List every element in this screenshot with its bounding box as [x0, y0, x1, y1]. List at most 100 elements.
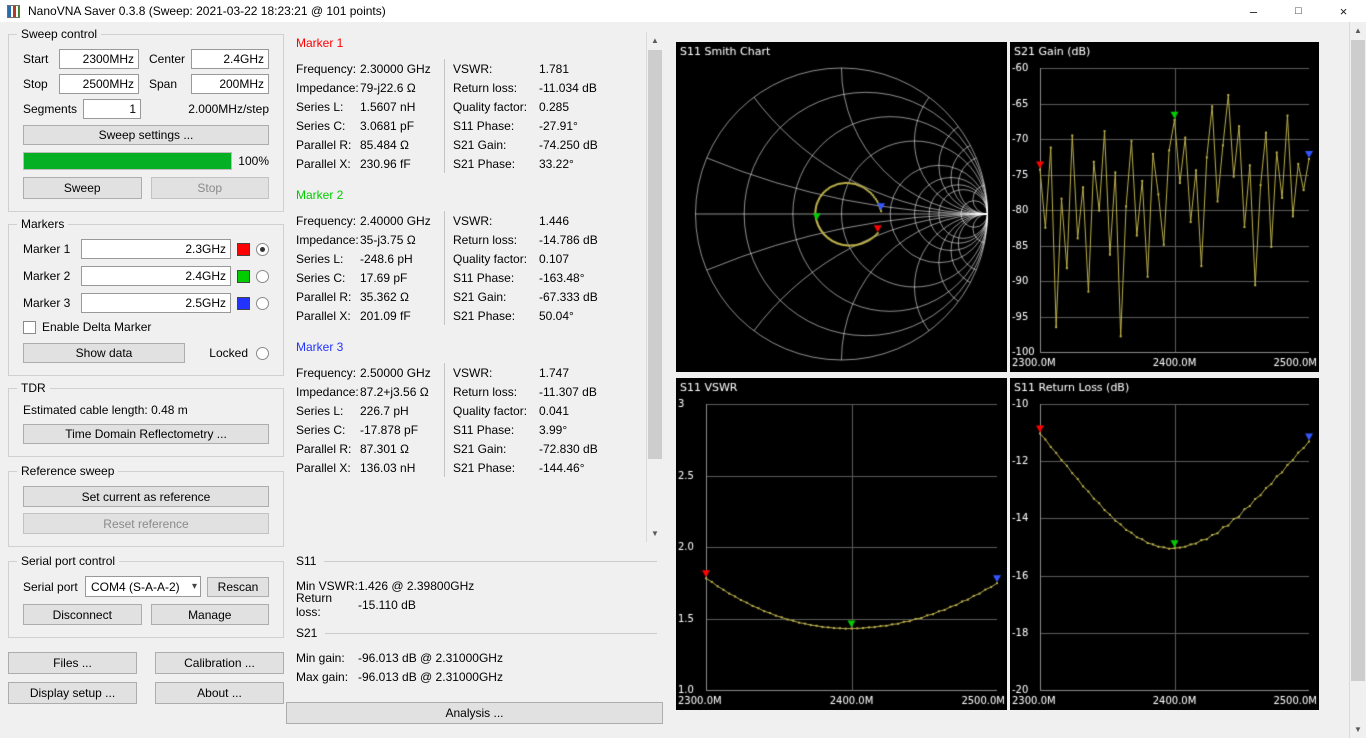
marker-row: Marker 2: [23, 266, 269, 286]
manage-button[interactable]: Manage: [151, 604, 270, 625]
serial-port-group: Serial port control Serial port COM4 (S-…: [8, 561, 284, 638]
marker-data-row: S21 Phase:33.22°: [453, 154, 644, 173]
marker-data-row: Series C:17.69 pF: [296, 268, 444, 287]
max-gain-value: -96.013 dB @ 2.31000GHz: [358, 670, 503, 684]
marker-data-label: S21 Gain:: [453, 138, 539, 152]
sweep-settings-button[interactable]: Sweep settings ...: [23, 125, 269, 145]
marker-data-value: -248.6 pH: [360, 252, 413, 266]
s21-gain-chart[interactable]: [1010, 42, 1319, 372]
rescan-button[interactable]: Rescan: [207, 577, 269, 597]
marker-data-row: Series L:226.7 pH: [296, 401, 444, 420]
scrollbar-thumb[interactable]: [648, 50, 662, 459]
marker-panel-scrollbar[interactable]: ▲ ▼: [646, 32, 663, 542]
marker-2-frequency-input[interactable]: [81, 266, 231, 286]
s11-return-loss-chart[interactable]: [1010, 378, 1319, 710]
s11-summary-section: S11 Min VSWR: 1.426 @ 2.39800GHz Return …: [286, 554, 663, 614]
marker-data-left-column: Frequency:2.30000 GHzImpedance:79-j22.6 …: [296, 59, 444, 173]
marker-data-label: Frequency:: [296, 214, 360, 228]
reset-reference-button[interactable]: Reset reference: [23, 513, 269, 534]
scroll-up-arrow-icon[interactable]: ▲: [647, 32, 663, 49]
marker-data-panel: Marker 2 Frequency:2.40000 GHzImpedance:…: [296, 188, 644, 325]
span-input[interactable]: [191, 74, 269, 94]
marker-data-label: S21 Gain:: [453, 290, 539, 304]
scrollbar-track[interactable]: [647, 49, 663, 525]
delta-marker-label: Enable Delta Marker: [42, 320, 151, 334]
marker-3-color-button[interactable]: [237, 297, 250, 310]
marker-data-label: Series L:: [296, 252, 360, 266]
marker-data-value: 1.446: [539, 214, 569, 228]
window-scrollbar-thumb[interactable]: [1351, 40, 1365, 681]
marker-label: Marker 2: [23, 269, 75, 283]
marker-data-row: Impedance:35-j3.75 Ω: [296, 230, 444, 249]
marker-data-value: 2.30000 GHz: [360, 62, 431, 76]
disconnect-button[interactable]: Disconnect: [23, 604, 142, 625]
marker-data-label: Impedance:: [296, 81, 360, 95]
center-input[interactable]: [191, 49, 269, 69]
s11-vswr-chart[interactable]: [676, 378, 1007, 710]
marker-data-label: Series C:: [296, 423, 360, 437]
marker-panel-title: Marker 2: [296, 188, 644, 202]
marker-data-value: 85.484 Ω: [360, 138, 409, 152]
marker-data-value: 3.0681 pF: [360, 119, 414, 133]
minimize-button[interactable]: –: [1231, 0, 1276, 22]
marker-data-left-column: Frequency:2.40000 GHzImpedance:35-j3.75 …: [296, 211, 444, 325]
window-scrollbar[interactable]: ▲ ▼: [1349, 22, 1366, 738]
stop-button[interactable]: Stop: [151, 177, 270, 199]
window-scroll-up-arrow-icon[interactable]: ▲: [1350, 22, 1366, 39]
time-domain-reflectometry-button[interactable]: Time Domain Reflectometry ...: [23, 424, 269, 444]
marker-label: Marker 3: [23, 296, 75, 310]
show-data-button[interactable]: Show data: [23, 343, 185, 363]
window-scrollbar-track[interactable]: [1350, 39, 1366, 721]
min-gain-label: Min gain:: [296, 651, 358, 665]
marker-3-frequency-input[interactable]: [81, 293, 231, 313]
s11-smith-chart[interactable]: [676, 42, 1007, 372]
window-scroll-down-arrow-icon[interactable]: ▼: [1350, 721, 1366, 738]
tdr-group: TDR Estimated cable length: 0.48 m Time …: [8, 388, 284, 457]
calibration-button[interactable]: Calibration ...: [155, 652, 284, 674]
marker-data-label: S11 Phase:: [453, 271, 539, 285]
scroll-down-arrow-icon[interactable]: ▼: [647, 525, 663, 542]
analysis-button[interactable]: Analysis ...: [286, 702, 663, 724]
segments-input[interactable]: [83, 99, 141, 119]
marker-data-value: 79-j22.6 Ω: [360, 81, 416, 95]
marker-data-row: Series L:-248.6 pH: [296, 249, 444, 268]
locked-radio[interactable]: [256, 347, 269, 360]
serial-port-select[interactable]: COM4 (S-A-A-2) ▾: [85, 576, 201, 597]
delta-marker-checkbox[interactable]: [23, 321, 36, 334]
sweep-progress-percent: 100%: [238, 154, 269, 168]
serial-port-label: Serial port: [23, 580, 79, 594]
about-button[interactable]: About ...: [155, 682, 284, 704]
marker-data-row: Parallel R:85.484 Ω: [296, 135, 444, 154]
files-button[interactable]: Files ...: [8, 652, 137, 674]
serial-port-value: COM4 (S-A-A-2): [91, 580, 192, 594]
marker-data-value: -11.034 dB: [539, 81, 597, 95]
stop-input[interactable]: [59, 74, 139, 94]
marker-data-row: S21 Gain:-72.830 dB: [453, 439, 644, 458]
marker-3-select-radio[interactable]: [256, 297, 269, 310]
marker-2-select-radio[interactable]: [256, 270, 269, 283]
marker-1-frequency-input[interactable]: [81, 239, 231, 259]
marker-data-row: Series L:1.5607 nH: [296, 97, 444, 116]
marker-data-label: Parallel X:: [296, 461, 360, 475]
start-input[interactable]: [59, 49, 139, 69]
serial-port-group-title: Serial port control: [17, 554, 119, 568]
marker-data-value: 226.7 pH: [360, 404, 409, 418]
marker-data-label: Quality factor:: [453, 404, 539, 418]
marker-data-row: Quality factor:0.041: [453, 401, 644, 420]
set-current-as-reference-button[interactable]: Set current as reference: [23, 486, 269, 507]
marker-1-select-radio[interactable]: [256, 243, 269, 256]
footer-buttons: Files ... Calibration ... Display setup …: [8, 652, 284, 704]
marker-2-color-button[interactable]: [237, 270, 250, 283]
enable-delta-marker-row[interactable]: Enable Delta Marker: [23, 320, 269, 334]
sweep-control-title: Sweep control: [17, 27, 101, 41]
marker-data-label: Return loss:: [453, 233, 539, 247]
sweep-button[interactable]: Sweep: [23, 177, 142, 199]
marker-data-label: VSWR:: [453, 62, 539, 76]
marker-row: Marker 3: [23, 293, 269, 313]
close-button[interactable]: ×: [1321, 0, 1366, 22]
marker-data-value: 33.22°: [539, 157, 574, 171]
marker-data-row: Return loss:-14.786 dB: [453, 230, 644, 249]
display-setup-button[interactable]: Display setup ...: [8, 682, 137, 704]
marker-1-color-button[interactable]: [237, 243, 250, 256]
maximize-button[interactable]: □: [1276, 0, 1321, 22]
